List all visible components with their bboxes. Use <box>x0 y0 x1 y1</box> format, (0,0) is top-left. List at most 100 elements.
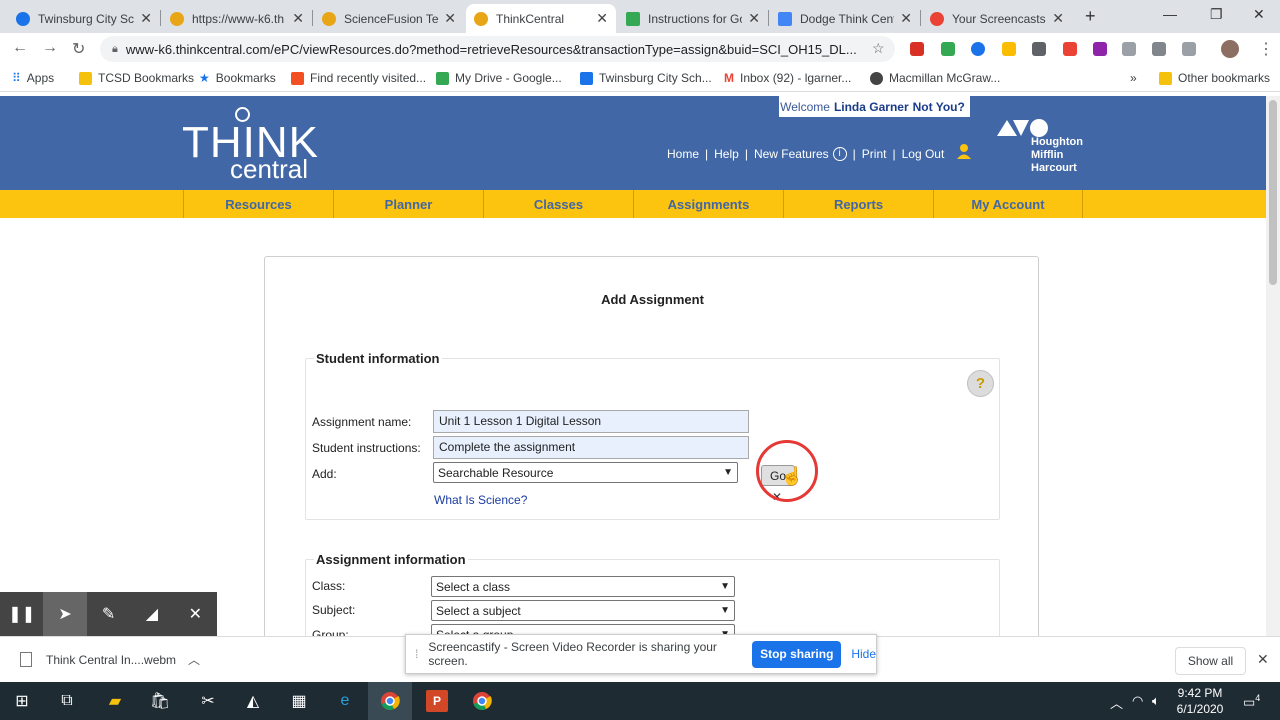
print-link[interactable]: Print <box>862 147 887 161</box>
logo-central[interactable]: central <box>230 154 308 185</box>
tab-dodge[interactable]: Dodge Think Centr ✕ <box>770 4 920 33</box>
help-link[interactable]: Help <box>714 147 739 161</box>
nav-planner[interactable]: Planner <box>333 190 483 218</box>
extension-icon[interactable] <box>1063 42 1077 56</box>
extension-icon[interactable] <box>1093 42 1107 56</box>
chevron-up-icon[interactable]: ︿ <box>188 651 200 668</box>
pointer-icon[interactable]: ➤ <box>43 592 87 636</box>
nav-my-account[interactable]: My Account <box>933 190 1083 218</box>
tab-screencasts[interactable]: Your Screencasts ✕ <box>922 4 1072 33</box>
bookmark-inbox[interactable]: M Inbox (92) - lgarner... <box>724 71 851 85</box>
hide-button[interactable]: Hide <box>851 647 876 661</box>
subject-select[interactable]: Select a subject ▼ <box>431 600 735 621</box>
bookmark-label: Twinsburg City Sch... <box>599 71 712 85</box>
tab-sciencefusion[interactable]: ScienceFusion Tea ✕ <box>314 4 464 33</box>
extension-icon[interactable] <box>910 42 924 56</box>
bookmark-tcsd[interactable]: TCSD Bookmarks <box>79 71 194 85</box>
close-icon[interactable]: ✕ <box>444 10 456 27</box>
star-icon[interactable]: ☆ <box>872 40 885 57</box>
calculator-icon[interactable]: ▦ <box>288 690 310 712</box>
assignment-name-input[interactable]: Unit 1 Lesson 1 Digital Lesson <box>433 410 749 433</box>
extension-icon[interactable] <box>1002 42 1016 56</box>
minimize-icon[interactable]: — <box>1163 6 1177 22</box>
info-icon[interactable]: i <box>832 147 847 161</box>
volume-icon[interactable]: 🔈︎ <box>1152 693 1160 709</box>
bookmark-apps[interactable]: ⠿ Apps <box>12 71 54 85</box>
extension-icon[interactable] <box>1122 42 1136 56</box>
class-select[interactable]: Select a class ▼ <box>431 576 735 597</box>
avatar[interactable] <box>1221 40 1239 58</box>
chevron-icon: » <box>1130 71 1137 85</box>
bookmark-other[interactable]: Other bookmarks <box>1159 71 1270 85</box>
home-link[interactable]: Home <box>667 147 699 161</box>
close-toolbar-icon[interactable]: ✕ <box>174 592 217 636</box>
new-features-link[interactable]: New Features <box>754 147 829 161</box>
eraser-icon[interactable]: ◢ <box>130 592 173 636</box>
stop-sharing-button[interactable]: Stop sharing <box>752 640 842 668</box>
close-icon[interactable]: ✕ <box>140 10 152 27</box>
scroll-thumb[interactable] <box>1269 100 1277 285</box>
bookmark-drive[interactable]: My Drive - Google... <box>436 71 562 85</box>
nav-resources[interactable]: Resources <box>183 190 333 218</box>
file-icon <box>20 652 32 667</box>
extension-icon[interactable] <box>1032 42 1046 56</box>
resource-link[interactable]: What Is Science? <box>434 493 527 507</box>
windows-start-icon[interactable]: ⊞ <box>11 690 33 712</box>
user-icon[interactable] <box>956 143 972 159</box>
logout-link[interactable]: Log Out <box>902 147 945 161</box>
help-button[interactable]: ? <box>967 370 994 397</box>
reload-icon[interactable]: ↻ <box>72 39 85 59</box>
chrome-icon[interactable] <box>471 690 493 712</box>
add-resource-select[interactable]: Searchable Resource ▼ <box>433 462 738 483</box>
extension-icon[interactable] <box>1152 42 1166 56</box>
pause-icon[interactable]: ❚❚ <box>0 592 43 636</box>
tab-k6[interactable]: https://www-k6.th ✕ <box>162 4 312 33</box>
drag-handle-icon[interactable]: ⁞ <box>415 647 418 661</box>
close-download-bar-icon[interactable]: ✕ <box>1257 651 1269 668</box>
tab-twinsburg[interactable]: Twinsburg City Sch ✕ <box>8 4 160 33</box>
nav-assignments[interactable]: Assignments <box>633 190 783 218</box>
download-item[interactable]: Think Central In....webm <box>20 652 176 667</box>
extension-icon[interactable] <box>971 42 985 56</box>
store-icon[interactable]: 🛍︎ <box>149 690 171 712</box>
maximize-icon[interactable]: ❐ <box>1210 6 1223 23</box>
nav-reports[interactable]: Reports <box>783 190 933 218</box>
close-icon[interactable]: ✕ <box>900 10 912 27</box>
bookmark-bookmarks[interactable]: ★ Bookmarks <box>199 71 276 85</box>
tray-chevron-icon[interactable]: ︿ <box>1110 693 1123 712</box>
show-all-button[interactable]: Show all <box>1175 647 1246 675</box>
photos-icon[interactable]: ◭ <box>242 690 264 712</box>
bookmarks-overflow[interactable]: » <box>1130 71 1137 85</box>
powerpoint-icon[interactable]: P <box>426 690 448 712</box>
tab-thinkcentral[interactable]: ThinkCentral ✕ <box>466 4 616 33</box>
not-you-link[interactable]: Not You? <box>913 100 965 114</box>
clock[interactable]: 9:42 PM 6/1/2020 <box>1170 685 1230 717</box>
task-view-icon[interactable]: ⧉ <box>56 690 78 712</box>
extension-icon[interactable] <box>941 42 955 56</box>
bookmark-find[interactable]: Find recently visited... <box>291 71 426 85</box>
wifi-icon[interactable]: ◠ <box>1132 693 1143 709</box>
forward-icon[interactable]: → <box>42 39 58 57</box>
window-close-icon[interactable]: ✕ <box>1253 6 1265 23</box>
menu-icon[interactable]: ⋮ <box>1258 39 1274 59</box>
address-bar[interactable]: 🔒︎ www-k6.thinkcentral.com/ePC/viewResou… <box>100 36 895 62</box>
close-icon[interactable]: ✕ <box>748 10 760 27</box>
bookmark-macmillan[interactable]: Macmillan McGraw... <box>870 71 1000 85</box>
close-icon[interactable]: ✕ <box>596 10 608 27</box>
close-icon[interactable]: ✕ <box>292 10 304 27</box>
file-explorer-icon[interactable]: ▰ <box>104 690 126 712</box>
back-icon[interactable]: ← <box>12 39 28 57</box>
close-icon[interactable]: ✕ <box>1052 10 1064 27</box>
notifications-icon[interactable]: ▭4 <box>1243 693 1260 710</box>
chrome-icon[interactable] <box>379 690 401 712</box>
pen-icon[interactable]: ✎ <box>87 592 130 636</box>
extension-icon[interactable] <box>1182 42 1196 56</box>
new-tab-button[interactable]: + <box>1085 6 1096 27</box>
bookmark-twinsburg[interactable]: Twinsburg City Sch... <box>580 71 712 85</box>
page-scrollbar[interactable] <box>1266 96 1280 636</box>
instructions-input[interactable]: Complete the assignment <box>433 436 749 459</box>
snipping-icon[interactable]: ✂ <box>197 690 219 712</box>
edge-icon[interactable]: e <box>334 690 356 712</box>
nav-classes[interactable]: Classes <box>483 190 633 218</box>
tab-instructions[interactable]: Instructions for Go ✕ <box>618 4 768 33</box>
